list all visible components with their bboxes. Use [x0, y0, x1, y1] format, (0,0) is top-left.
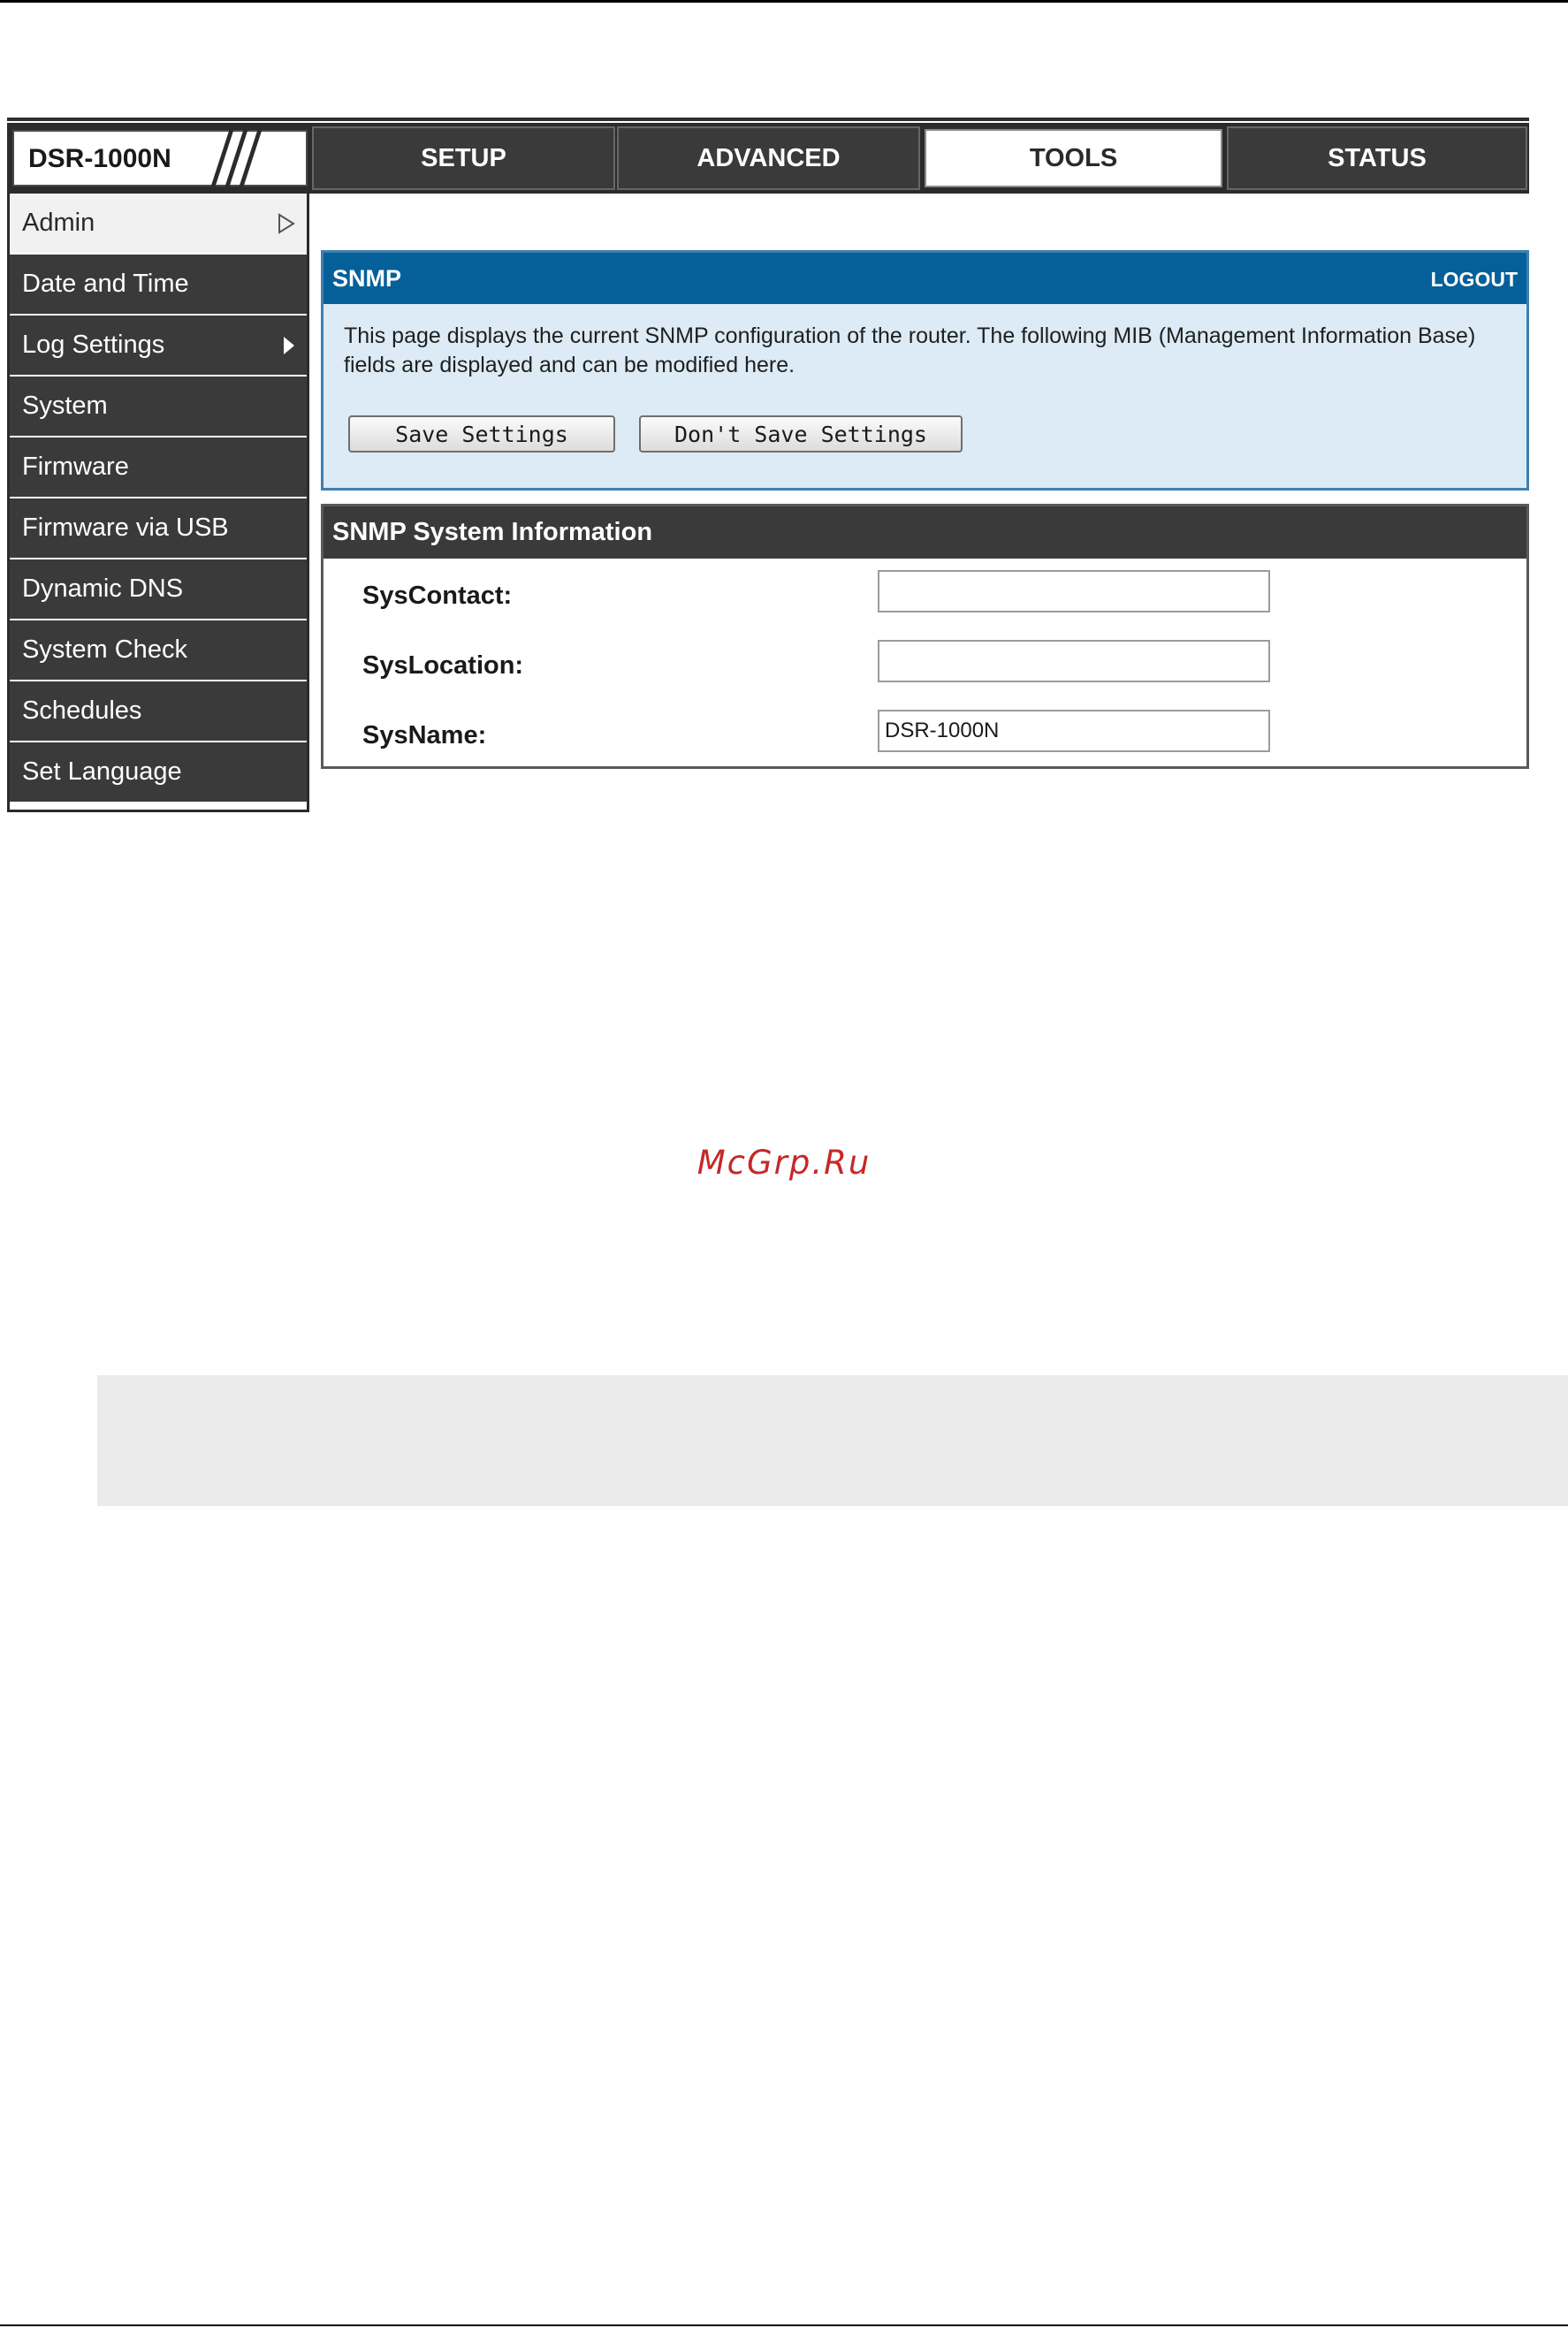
- sidebar-item-label: Dynamic DNS: [22, 574, 184, 603]
- router-admin-screenshot: DSR-1000N SETUP ADVANCED TOOLS STATUS Ad…: [7, 118, 1529, 812]
- sidebar-item-label: System Check: [22, 635, 187, 664]
- sidebar-item-date-and-time[interactable]: Date and Time: [10, 255, 307, 314]
- syscontact-input[interactable]: [878, 570, 1270, 612]
- sidebar-item-system[interactable]: System: [10, 377, 307, 436]
- snmp-system-information-panel: SNMP System Information SysContact: SysL…: [321, 504, 1529, 769]
- gray-note-band: [97, 1375, 1568, 1506]
- page-bottom-rule: [0, 2324, 1568, 2326]
- sidebar-item-firmware-via-usb[interactable]: Firmware via USB: [10, 498, 307, 558]
- sidebar-item-label: Schedules: [22, 696, 142, 725]
- syslocation-label: SysLocation:: [362, 651, 524, 680]
- section-title: SNMP System Information: [332, 518, 653, 546]
- sidebar-item-system-check[interactable]: System Check: [10, 620, 307, 680]
- caret-right-icon: [284, 337, 294, 354]
- main-nav-tabs: SETUP ADVANCED TOOLS STATUS: [312, 126, 1529, 190]
- sysname-input[interactable]: [878, 710, 1270, 752]
- chevron-right-outline-icon: [278, 213, 295, 234]
- sidebar-item-label: Firmware via USB: [22, 514, 229, 542]
- tab-status[interactable]: STATUS: [1227, 126, 1527, 190]
- panel-title: SNMP: [332, 265, 402, 292]
- sidebar-item-label: Date and Time: [22, 270, 189, 298]
- sidebar-item-schedules[interactable]: Schedules: [10, 681, 307, 741]
- sidebar-item-label: Set Language: [22, 757, 182, 786]
- frame-top-line: [7, 118, 1529, 121]
- logout-link[interactable]: LOGOUT: [1431, 268, 1518, 292]
- sidebar-item-label: Admin: [22, 209, 95, 237]
- sidebar-item-firmware[interactable]: Firmware: [10, 437, 307, 497]
- top-header: DSR-1000N SETUP ADVANCED TOOLS STATUS: [7, 123, 1529, 194]
- page-top-rule: [0, 0, 1568, 3]
- brand-logo: DSR-1000N: [12, 130, 308, 192]
- sidebar: Admin Date and Time Log Settings System …: [7, 194, 309, 812]
- tab-advanced[interactable]: ADVANCED: [617, 126, 920, 190]
- section-header: SNMP System Information: [323, 506, 1526, 559]
- sidebar-item-log-settings[interactable]: Log Settings: [10, 316, 307, 375]
- watermark: McGrp.Ru: [696, 1144, 872, 1182]
- tab-setup[interactable]: SETUP: [312, 126, 615, 190]
- sidebar-item-admin[interactable]: Admin: [10, 194, 307, 253]
- page-description: This page displays the current SNMP conf…: [344, 323, 1476, 377]
- save-settings-button[interactable]: Save Settings: [348, 415, 615, 453]
- syslocation-input[interactable]: [878, 640, 1270, 682]
- syscontact-label: SysContact:: [362, 582, 513, 610]
- sidebar-item-set-language[interactable]: Set Language: [10, 742, 307, 802]
- tab-tools[interactable]: TOOLS: [922, 126, 1225, 190]
- sidebar-item-dynamic-dns[interactable]: Dynamic DNS: [10, 559, 307, 619]
- model-name: DSR-1000N: [28, 144, 171, 173]
- snmp-panel-header: SNMP LOGOUT: [323, 253, 1526, 304]
- sidebar-item-label: System: [22, 392, 108, 420]
- dont-save-settings-button[interactable]: Don't Save Settings: [639, 415, 963, 453]
- sysname-label: SysName:: [362, 721, 487, 749]
- snmp-panel: SNMP LOGOUT This page displays the curre…: [321, 250, 1529, 491]
- sidebar-item-label: Firmware: [22, 453, 129, 481]
- sidebar-item-label: Log Settings: [22, 331, 165, 359]
